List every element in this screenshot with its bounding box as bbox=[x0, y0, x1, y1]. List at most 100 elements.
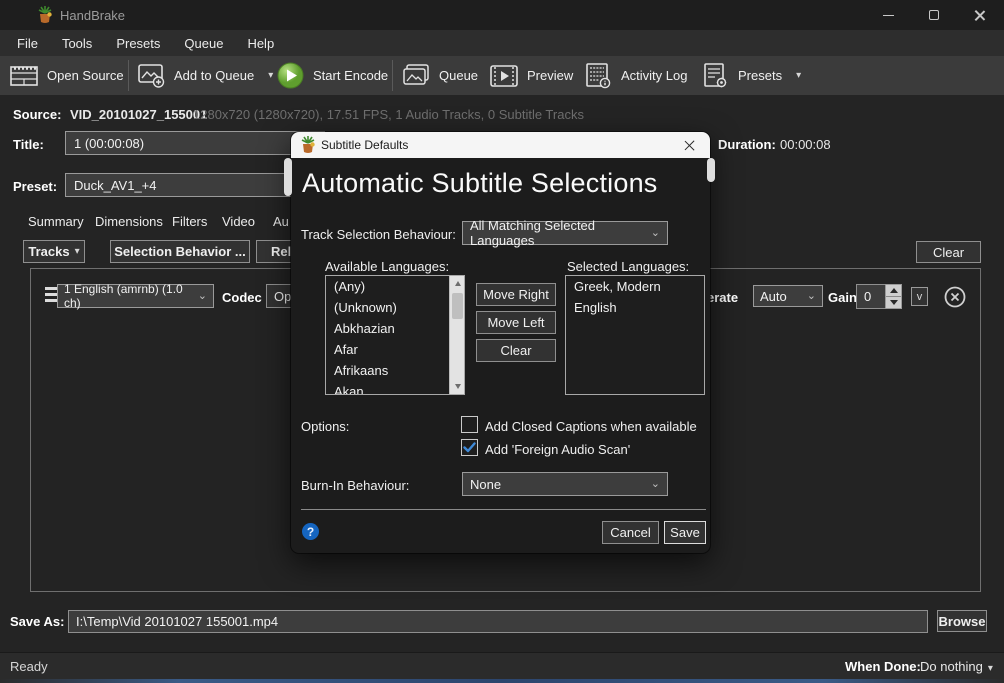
dialog-heading: Automatic Subtitle Selections bbox=[302, 168, 657, 199]
tab-dimensions[interactable]: Dimensions bbox=[95, 214, 163, 229]
add-to-queue-button[interactable]: Add to Queue bbox=[138, 56, 273, 95]
tab-summary[interactable]: Summary bbox=[28, 214, 84, 229]
dialog-close-button[interactable] bbox=[674, 132, 704, 158]
list-item[interactable]: Greek, Modern bbox=[566, 276, 704, 297]
list-item[interactable]: (Unknown) bbox=[326, 297, 449, 318]
menu-file[interactable]: File bbox=[5, 30, 50, 56]
closed-captions-checkbox[interactable] bbox=[461, 416, 478, 433]
duration-label: Duration: bbox=[718, 137, 776, 152]
gain-input[interactable]: 0 bbox=[856, 284, 886, 309]
minimize-button[interactable] bbox=[866, 0, 910, 30]
foreign-audio-scan-checkbox[interactable] bbox=[461, 439, 478, 456]
move-right-button[interactable]: Move Right bbox=[476, 283, 556, 306]
stepper-up-button[interactable] bbox=[886, 285, 901, 296]
open-source-label: Open Source bbox=[47, 68, 124, 83]
preview-button[interactable]: Preview bbox=[490, 56, 573, 95]
save-button[interactable]: Save bbox=[664, 521, 706, 544]
list-item[interactable]: Afrikaans bbox=[326, 360, 449, 381]
audio-track-select[interactable]: 1 English (amrnb) (1.0 ch) bbox=[57, 284, 214, 308]
start-encode-label: Start Encode bbox=[313, 68, 388, 83]
available-languages-list[interactable]: (Any) (Unknown) Abkhazian Afar Afrikaans… bbox=[325, 275, 465, 395]
when-done-select[interactable]: Do nothing bbox=[920, 659, 993, 674]
down-arrow-icon bbox=[455, 384, 461, 389]
window-edge-highlight bbox=[707, 158, 715, 182]
maximize-button[interactable] bbox=[912, 0, 956, 30]
track-expand-button[interactable] bbox=[911, 287, 928, 306]
add-to-queue-icon bbox=[138, 63, 165, 88]
title-select-value: 1 (00:00:08) bbox=[74, 136, 144, 151]
toolbar-separator bbox=[392, 60, 393, 91]
close-icon bbox=[684, 140, 695, 151]
maximize-icon bbox=[929, 10, 939, 20]
remove-track-button[interactable] bbox=[944, 286, 966, 308]
close-button[interactable] bbox=[958, 0, 1002, 30]
save-as-value: I:\Temp\Vid 20101027 155001.mp4 bbox=[76, 614, 278, 629]
move-left-button[interactable]: Move Left bbox=[476, 311, 556, 334]
desktop-glow bbox=[0, 679, 1004, 683]
selection-behavior-label: Selection Behavior ... bbox=[114, 244, 246, 259]
selected-languages-label: Selected Languages: bbox=[567, 259, 689, 274]
browse-button-label: Browse bbox=[939, 614, 986, 629]
menu-tools[interactable]: Tools bbox=[50, 30, 104, 56]
clear-languages-button[interactable]: Clear bbox=[476, 339, 556, 362]
tracks-button[interactable]: Tracks bbox=[23, 240, 85, 263]
codec-label: Codec bbox=[222, 290, 262, 305]
save-as-input[interactable]: I:\Temp\Vid 20101027 155001.mp4 bbox=[68, 610, 928, 633]
burn-in-behaviour-select[interactable]: None bbox=[462, 472, 668, 496]
scrollbar[interactable] bbox=[449, 276, 464, 394]
scroll-down-button[interactable] bbox=[450, 379, 465, 394]
save-button-label: Save bbox=[670, 525, 700, 540]
options-label: Options: bbox=[301, 419, 349, 434]
menu-presets[interactable]: Presets bbox=[104, 30, 172, 56]
samplerate-label: erate bbox=[707, 290, 738, 305]
queue-button[interactable]: Queue bbox=[402, 56, 478, 95]
minimize-icon bbox=[883, 15, 894, 16]
activity-log-button[interactable]: Activity Log bbox=[585, 56, 687, 95]
gain-stepper[interactable] bbox=[885, 284, 902, 309]
burn-in-behaviour-label: Burn-In Behaviour: bbox=[301, 478, 409, 493]
closed-captions-option-label: Add Closed Captions when available bbox=[485, 419, 697, 434]
audio-track-select-value: 1 English (amrnb) (1.0 ch) bbox=[64, 282, 198, 310]
open-source-button[interactable]: Open Source bbox=[10, 56, 124, 95]
activity-log-icon bbox=[585, 63, 612, 89]
scrollbar-thumb[interactable] bbox=[452, 293, 463, 319]
cancel-button[interactable]: Cancel bbox=[602, 521, 659, 544]
dialog-title: Subtitle Defaults bbox=[321, 138, 408, 152]
menu-queue[interactable]: Queue bbox=[172, 30, 235, 56]
selection-behavior-button[interactable]: Selection Behavior ... bbox=[110, 240, 250, 263]
move-left-label: Move Left bbox=[487, 315, 544, 330]
help-button[interactable]: ? bbox=[302, 523, 319, 540]
toolbar-separator bbox=[128, 60, 129, 91]
window-titlebar: HandBrake bbox=[0, 0, 1004, 30]
selected-languages-list[interactable]: Greek, Modern English bbox=[565, 275, 705, 395]
down-arrow-icon bbox=[890, 300, 898, 305]
track-selection-behaviour-value: All Matching Selected Languages bbox=[470, 218, 651, 248]
clear-tracks-button[interactable]: Clear bbox=[916, 241, 981, 263]
title-label: Title: bbox=[13, 137, 44, 152]
samplerate-select[interactable]: Auto bbox=[753, 285, 823, 307]
presets-label: Presets bbox=[738, 68, 782, 83]
duration-value: 00:00:08 bbox=[780, 137, 831, 152]
tab-audio[interactable]: Au bbox=[273, 214, 289, 229]
list-item[interactable]: (Any) bbox=[326, 276, 449, 297]
scroll-up-button[interactable] bbox=[450, 276, 465, 291]
list-item[interactable]: Abkhazian bbox=[326, 318, 449, 339]
up-arrow-icon bbox=[890, 288, 898, 293]
menu-help[interactable]: Help bbox=[235, 30, 286, 56]
stepper-down-button[interactable] bbox=[886, 296, 901, 308]
up-arrow-icon bbox=[455, 281, 461, 286]
list-item[interactable]: Akan bbox=[326, 381, 449, 395]
subtitle-defaults-dialog: Subtitle Defaults Automatic Subtitle Sel… bbox=[291, 132, 710, 553]
tab-video[interactable]: Video bbox=[222, 214, 255, 229]
track-selection-behaviour-select[interactable]: All Matching Selected Languages bbox=[462, 221, 668, 245]
tab-filters[interactable]: Filters bbox=[172, 214, 207, 229]
browse-button[interactable]: Browse bbox=[937, 610, 987, 632]
move-right-label: Move Right bbox=[483, 287, 549, 302]
presets-button[interactable]: Presets bbox=[702, 56, 801, 95]
help-icon: ? bbox=[307, 525, 314, 539]
start-encode-button[interactable]: Start Encode bbox=[277, 56, 388, 95]
track-selection-behaviour-label: Track Selection Behaviour: bbox=[301, 227, 456, 242]
list-item[interactable]: Afar bbox=[326, 339, 449, 360]
title-select[interactable]: 1 (00:00:08) bbox=[65, 131, 325, 155]
list-item[interactable]: English bbox=[566, 297, 704, 318]
